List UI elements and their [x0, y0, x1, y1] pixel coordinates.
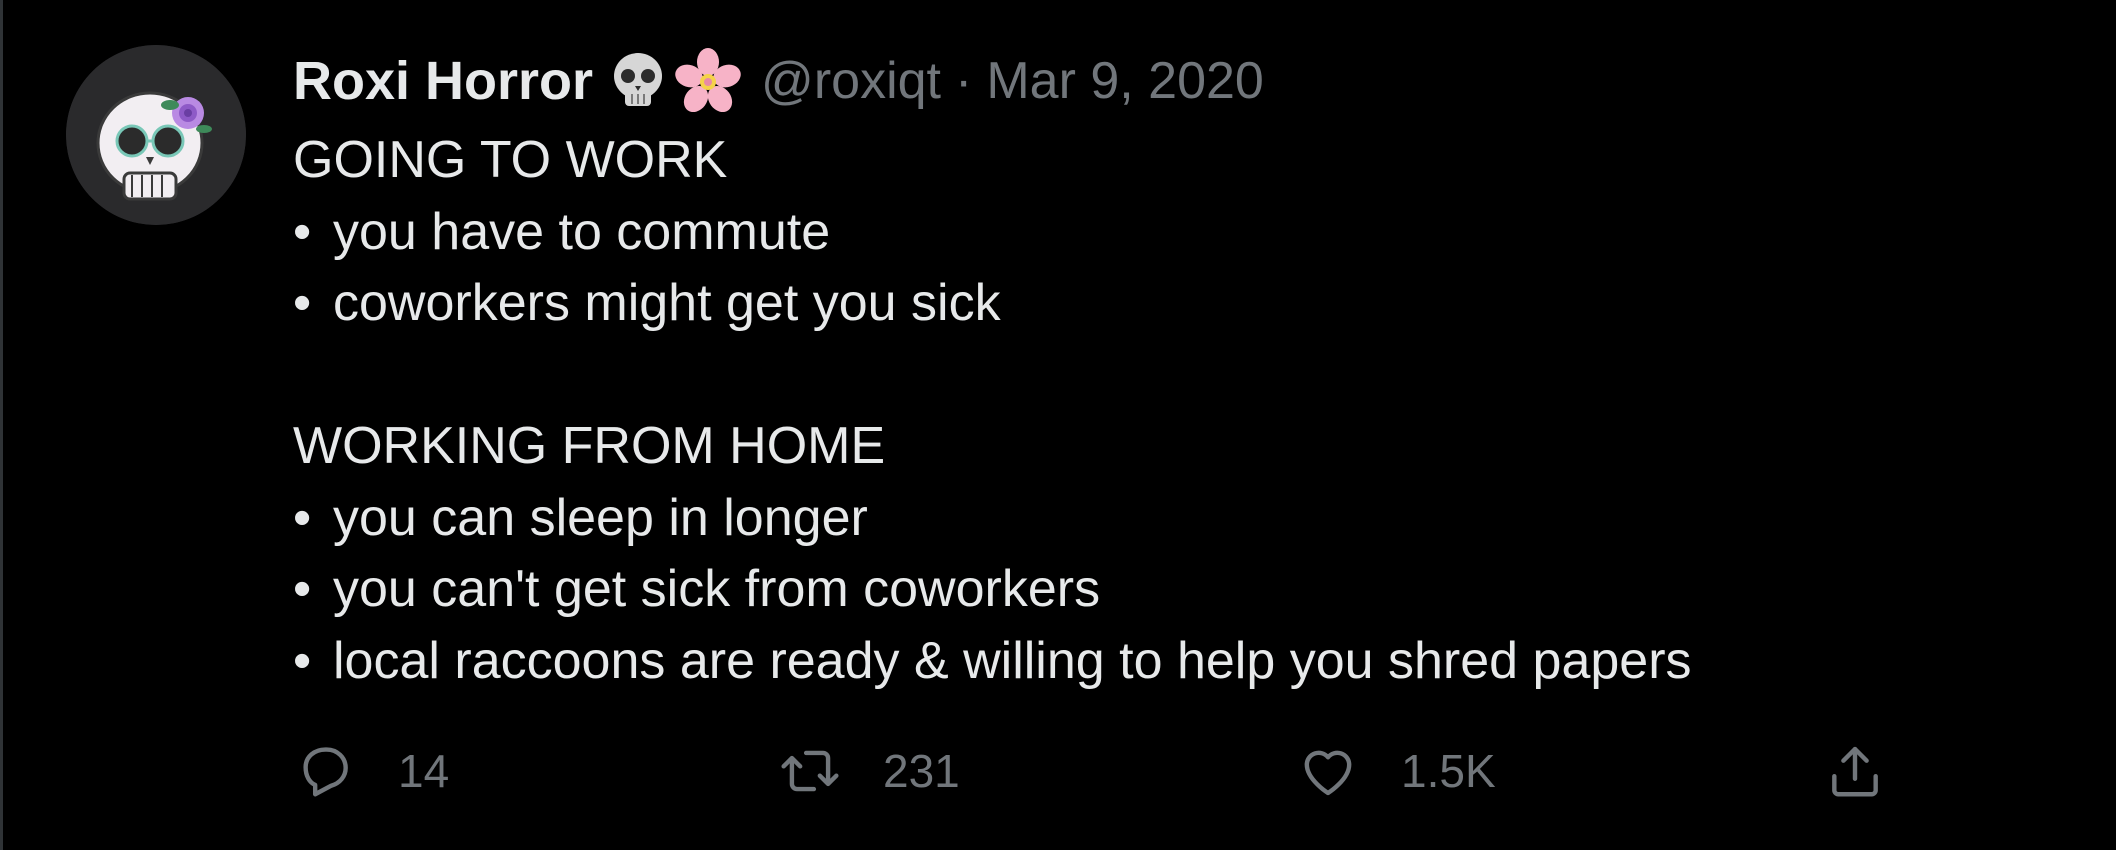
like-count: 1.5K: [1401, 745, 1496, 797]
list-item-text: coworkers might get you sick: [333, 274, 1001, 332]
author-display-name[interactable]: Roxi Horror: [293, 50, 593, 112]
retweet-button[interactable]: 231: [779, 740, 960, 802]
tweet-actions: 14 231 1.5K: [0, 740, 2116, 810]
reply-icon: [303, 747, 348, 797]
section-title-working-from-home: WORKING FROM HOME: [293, 417, 886, 475]
list-item: • coworkers might get you sick: [293, 268, 1692, 340]
bullet: •: [293, 560, 312, 618]
share-icon: [1832, 746, 1878, 797]
list-item-text: you can sleep in longer: [333, 488, 868, 547]
heart-icon: [1304, 750, 1352, 796]
bullet: •: [293, 202, 312, 261]
bullet: •: [293, 488, 312, 547]
list-item-text: you can't get sick from coworkers: [333, 560, 1101, 618]
tweet-text: GOING TO WORK • you have to commute • co…: [293, 125, 1692, 697]
retweet-icon: [781, 750, 839, 792]
like-button[interactable]: 1.5K: [1297, 740, 1496, 802]
skull-avatar-image: [66, 45, 246, 225]
share-button[interactable]: [1824, 740, 1886, 802]
list-item: • you can sleep in longer: [293, 483, 1692, 555]
list-item: • local raccoons are ready & willing to …: [293, 626, 1692, 698]
list-item: • you can't get sick from coworkers: [293, 554, 1692, 626]
reply-button[interactable]: 14: [294, 740, 449, 802]
list-item-text: local raccoons are ready & willing to he…: [333, 631, 1692, 690]
cherry-blossom-emoji-icon: [673, 46, 743, 116]
bullet: •: [293, 274, 312, 332]
avatar[interactable]: [66, 45, 246, 225]
skull-emoji-icon: [603, 46, 673, 116]
bullet: •: [293, 631, 312, 690]
section-title-going-to-work: GOING TO WORK: [293, 131, 728, 189]
tweet-header: Roxi Horror @roxiqt · Mar 9, 2020: [293, 48, 1264, 114]
tweet-date[interactable]: Mar 9, 2020: [986, 51, 1264, 111]
tweet[interactable]: Roxi Horror @roxiqt · Mar 9, 2020 GOING …: [0, 0, 2116, 850]
reply-count: 14: [398, 745, 450, 797]
list-item: • you have to commute: [293, 197, 1692, 269]
list-item-text: you have to commute: [333, 202, 831, 261]
author-handle[interactable]: @roxiqt: [761, 51, 941, 111]
retweet-count: 231: [883, 745, 960, 797]
header-separator: ·: [955, 52, 973, 110]
